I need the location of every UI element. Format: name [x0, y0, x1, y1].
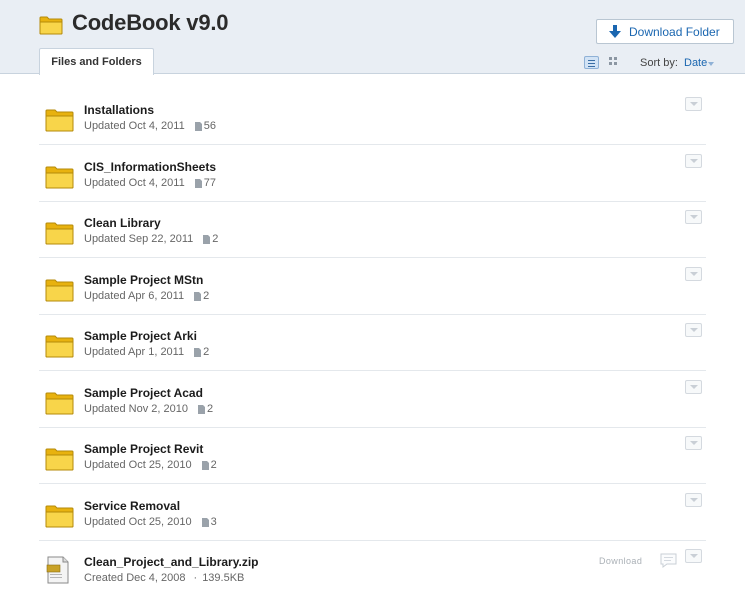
file-size: 139.5KB [202, 572, 245, 584]
menu-caret-icon [690, 215, 698, 219]
file-count-icon [194, 291, 202, 301]
file-count-icon [201, 517, 209, 527]
list-item[interactable]: Installations Updated Oct 4, 2011 56 [39, 89, 706, 145]
folder-name[interactable]: Installations [84, 103, 154, 117]
menu-caret-icon [690, 272, 698, 276]
menu-caret-icon [690, 159, 698, 163]
file-meta: Created Dec 4, 2008 · 139.5KB [84, 572, 244, 584]
zip-file-icon [46, 556, 69, 584]
file-count: 2 [212, 233, 219, 245]
folder-icon [45, 166, 74, 189]
list-item[interactable]: Sample Project Revit Updated Oct 25, 201… [39, 428, 706, 484]
item-menu-button[interactable] [685, 267, 702, 281]
file-count: 2 [203, 346, 210, 358]
list-item[interactable]: Clean Library Updated Sep 22, 2011 2 [39, 202, 706, 258]
updated-date: Updated Apr 6, 2011 [84, 290, 185, 302]
list-item[interactable]: Sample Project MStn Updated Apr 6, 2011 … [39, 259, 706, 315]
file-count-icon [203, 234, 211, 244]
created-date: Created Dec 4, 2008 [84, 572, 186, 584]
file-count: 3 [210, 516, 217, 528]
list-item[interactable]: Sample Project Arki Updated Apr 1, 2011 … [39, 315, 706, 371]
menu-caret-icon [690, 102, 698, 106]
item-menu-button[interactable] [685, 549, 702, 563]
folder-name[interactable]: Sample Project MStn [84, 273, 203, 287]
folder-meta: Updated Oct 4, 2011 56 [84, 120, 216, 132]
menu-caret-icon [690, 385, 698, 389]
download-arrow-icon [609, 24, 621, 38]
folder-meta: Updated Apr 6, 2011 2 [84, 290, 209, 302]
updated-date: Updated Oct 25, 2010 [84, 459, 192, 471]
tab-files-and-folders[interactable]: Files and Folders [39, 48, 154, 75]
item-menu-button[interactable] [685, 323, 702, 337]
folder-name[interactable]: Sample Project Acad [84, 386, 203, 400]
folder-meta: Updated Oct 25, 2010 2 [84, 459, 217, 471]
sort-dropdown[interactable]: Date [684, 57, 707, 69]
folder-name[interactable]: Service Removal [84, 499, 180, 513]
folder-name[interactable]: Clean Library [84, 216, 161, 230]
folder-name[interactable]: Sample Project Revit [84, 442, 203, 456]
folder-meta: Updated Oct 25, 2010 3 [84, 516, 217, 528]
list-item[interactable]: Service Removal Updated Oct 25, 2010 3 [39, 485, 706, 541]
file-count-icon [194, 178, 202, 188]
file-item[interactable]: Clean_Project_and_Library.zip Created De… [39, 541, 706, 597]
folder-meta: Updated Sep 22, 2011 2 [84, 233, 218, 245]
file-count-icon [201, 460, 209, 470]
file-count-icon [194, 121, 202, 131]
folder-icon [45, 392, 74, 415]
file-count: 56 [203, 120, 216, 132]
folder-name[interactable]: CIS_InformationSheets [84, 160, 216, 174]
file-count-icon [194, 347, 202, 357]
folder-icon [39, 16, 63, 35]
folder-meta: Updated Nov 2, 2010 2 [84, 403, 213, 415]
file-count-icon [197, 404, 205, 414]
updated-date: Updated Oct 4, 2011 [84, 177, 185, 189]
download-folder-button[interactable]: Download Folder [596, 19, 734, 44]
menu-caret-icon [690, 328, 698, 332]
folder-icon [45, 505, 74, 528]
folder-name[interactable]: Sample Project Arki [84, 329, 197, 343]
menu-caret-icon [690, 498, 698, 502]
folder-icon [45, 448, 74, 471]
item-menu-button[interactable] [685, 380, 702, 394]
item-menu-button[interactable] [685, 493, 702, 507]
file-count: 2 [203, 290, 210, 302]
item-menu-button[interactable] [685, 436, 702, 450]
folder-icon [45, 109, 74, 132]
sort-label: Sort by: [640, 57, 678, 69]
menu-caret-icon [690, 554, 698, 558]
file-name[interactable]: Clean_Project_and_Library.zip [84, 555, 259, 569]
list-view-icon[interactable] [584, 56, 599, 69]
updated-date: Updated Apr 1, 2011 [84, 346, 185, 358]
menu-caret-icon [690, 441, 698, 445]
comment-icon[interactable] [660, 553, 677, 568]
updated-date: Updated Nov 2, 2010 [84, 403, 188, 415]
page-title: CodeBook v9.0 [72, 10, 229, 35]
file-count: 2 [210, 459, 217, 471]
item-menu-button[interactable] [685, 154, 702, 168]
updated-date: Updated Sep 22, 2011 [84, 233, 194, 245]
meta-separator: · [193, 572, 198, 584]
folder-icon [45, 279, 74, 302]
item-menu-button[interactable] [685, 210, 702, 224]
list-item[interactable]: Sample Project Acad Updated Nov 2, 2010 … [39, 372, 706, 428]
folder-meta: Updated Apr 1, 2011 2 [84, 346, 209, 358]
file-count: 2 [206, 403, 214, 415]
download-folder-label: Download Folder [629, 24, 720, 39]
folder-icon [45, 335, 74, 358]
grid-view-icon[interactable] [609, 57, 619, 67]
updated-date: Updated Oct 25, 2010 [84, 516, 192, 528]
page-header: CodeBook v9.0 Download Folder Files and … [0, 0, 745, 75]
folder-meta: Updated Oct 4, 2011 77 [84, 177, 216, 189]
updated-date: Updated Oct 4, 2011 [84, 120, 185, 132]
download-link[interactable]: Download [599, 556, 642, 566]
item-menu-button[interactable] [685, 97, 702, 111]
chevron-down-icon[interactable] [708, 62, 714, 66]
folder-icon [45, 222, 74, 245]
file-count: 77 [203, 177, 216, 189]
list-item[interactable]: CIS_InformationSheets Updated Oct 4, 201… [39, 146, 706, 202]
